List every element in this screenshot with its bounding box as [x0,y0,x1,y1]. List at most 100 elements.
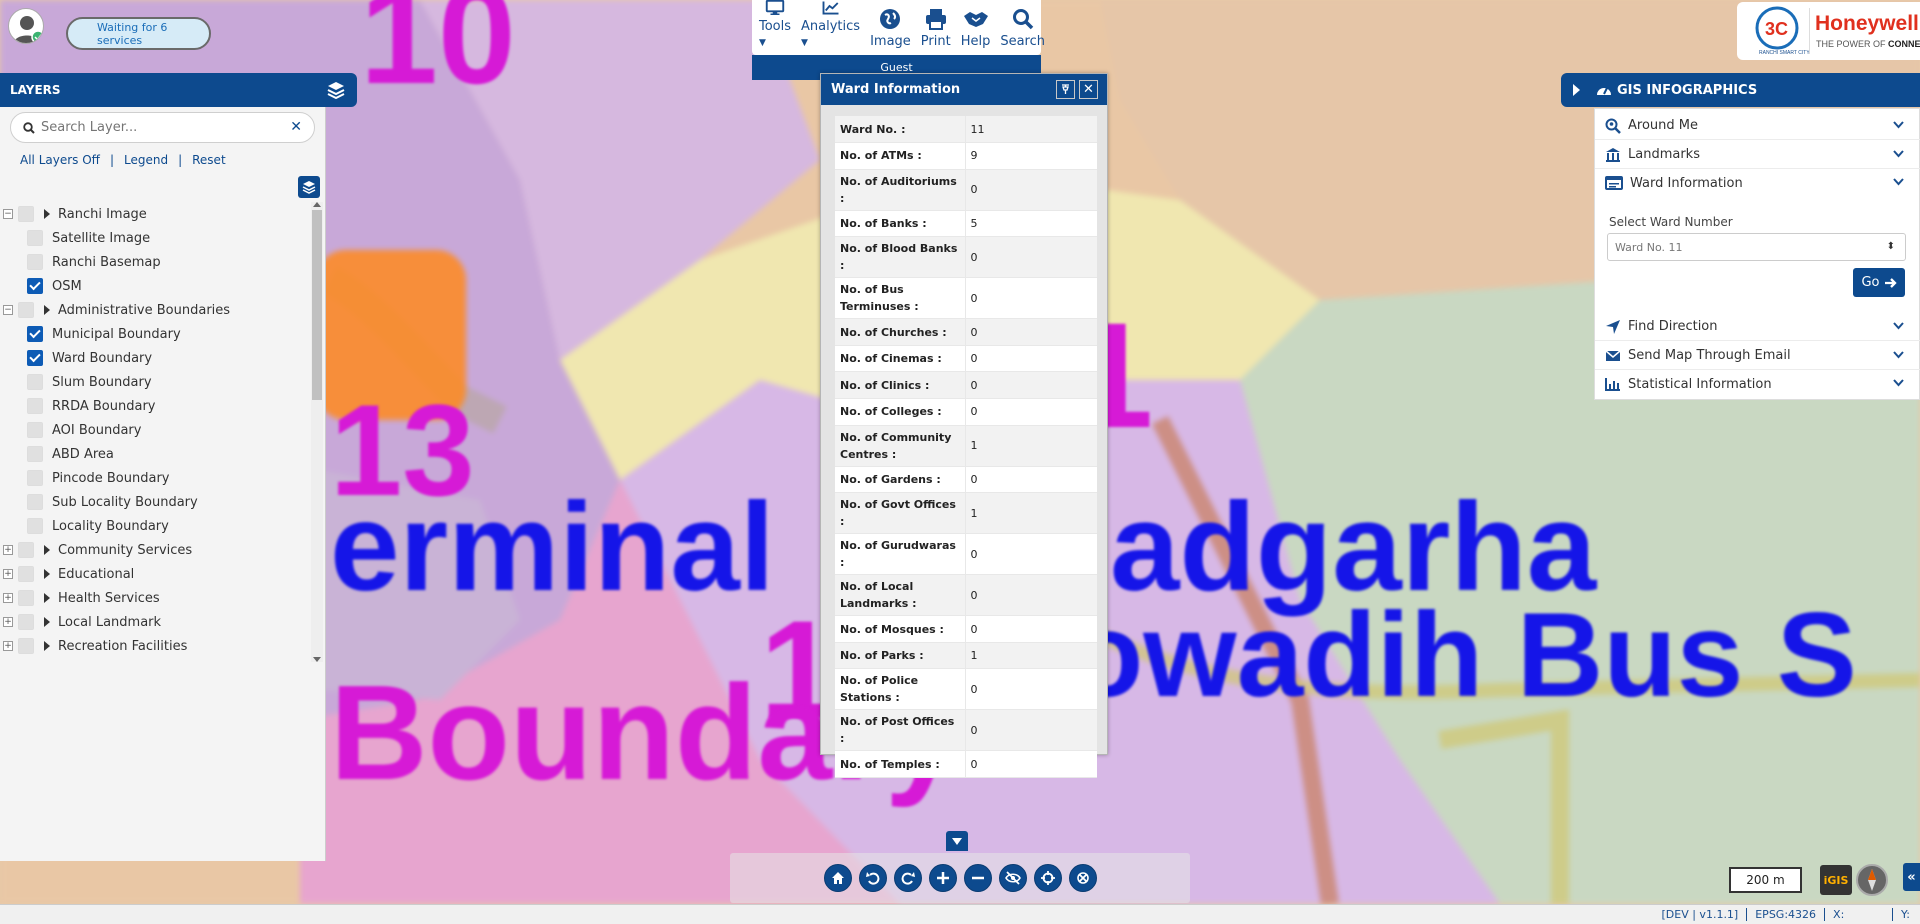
layer-group-row[interactable]: + Local Landmark [0,610,161,634]
scroll-thumb[interactable] [312,210,322,400]
layer-group-checkbox[interactable] [18,614,34,630]
accordion-statistical-information[interactable]: Statistical Information [1595,370,1920,398]
all-layers-off-link[interactable]: All Layers Off [20,153,100,167]
layer-checkbox[interactable] [27,470,43,486]
accordion-find-direction[interactable]: Find Direction [1595,313,1920,341]
layer-row[interactable]: Pincode Boundary [0,466,170,490]
svg-text:Honeywell: Honeywell [1815,12,1919,35]
expand-icon[interactable]: + [3,569,13,579]
layer-row[interactable]: Locality Boundary [0,514,169,538]
layer-search-input[interactable] [41,120,281,135]
layer-checkbox[interactable] [27,446,43,462]
user-avatar[interactable] [8,8,44,44]
accordion-ward-information[interactable]: Ward Information [1595,169,1920,197]
layer-checkbox[interactable] [27,398,43,414]
home-button[interactable] [823,864,852,892]
layers-stack-icon[interactable] [327,81,345,99]
layer-row[interactable]: Slum Boundary [0,370,152,394]
layer-row[interactable]: ABD Area [0,442,114,466]
layer-group-checkbox[interactable] [18,542,34,558]
layer-label: Slum Boundary [52,374,152,390]
pin-icon[interactable] [1056,80,1075,99]
help-button[interactable]: Help [956,0,996,53]
layer-tree-tool-button[interactable] [298,176,320,198]
layer-group-row[interactable]: + Educational [0,562,134,586]
layer-group-checkbox[interactable] [18,638,34,654]
expand-icon[interactable]: + [3,641,13,651]
layer-row[interactable]: Municipal Boundary [0,322,181,346]
zoom-out-button[interactable] [963,864,992,892]
layer-checkbox[interactable] [27,254,43,270]
image-button[interactable]: Image [865,0,916,53]
expand-side-panel-button[interactable]: « [1903,863,1920,891]
popup-titlebar[interactable]: Ward Information ✕ [821,74,1107,105]
undo-button[interactable] [858,864,887,892]
locate-button[interactable] [1033,864,1062,892]
layer-checkbox[interactable] [27,350,43,366]
layer-group-row[interactable]: − Administrative Boundaries [0,298,230,322]
layer-checkbox[interactable] [27,494,43,510]
layer-group-checkbox[interactable] [18,206,34,222]
print-button[interactable]: Print [916,0,956,53]
layer-checkbox[interactable] [27,422,43,438]
dashboard-icon [1597,87,1611,95]
collapse-nav-button[interactable] [946,831,968,851]
layer-row[interactable]: Satellite Image [0,226,150,250]
clear-search-icon[interactable]: ✕ [290,119,302,135]
accordion-around-me[interactable]: Around Me [1595,112,1920,140]
ward-info-value: 0 [965,169,1097,211]
layer-checkbox[interactable] [27,326,43,342]
zoom-in-button[interactable] [928,864,957,892]
layer-row[interactable]: Sub Locality Boundary [0,490,198,514]
caret-right-icon[interactable] [44,305,50,315]
ward-info-key: No. of ATMs : [835,142,966,170]
expand-icon[interactable]: + [3,593,13,603]
close-icon[interactable]: ✕ [1079,80,1098,99]
caret-right-icon[interactable] [44,545,50,555]
expand-icon[interactable]: + [3,545,13,555]
layer-checkbox[interactable] [27,518,43,534]
layer-checkbox[interactable] [27,374,43,390]
legend-link[interactable]: Legend [124,153,168,167]
layer-row[interactable]: RRDA Boundary [0,394,155,418]
layer-row[interactable]: AOI Boundary [0,418,141,442]
layer-row[interactable]: OSM [0,274,82,298]
accordion-landmarks[interactable]: Landmarks [1595,141,1920,169]
layer-group-row[interactable]: + Recreation Facilities [0,634,187,658]
ward-number-select[interactable]: Ward No. 11 ⬍ [1607,233,1906,261]
caret-right-icon[interactable] [44,209,50,219]
layer-checkbox[interactable] [27,230,43,246]
collapse-icon[interactable]: − [3,209,13,219]
expand-icon[interactable]: + [3,617,13,627]
scroll-down-arrow-icon[interactable] [313,657,321,662]
layer-row[interactable]: Ranchi Basemap [0,250,161,274]
clear-map-button[interactable] [1068,864,1097,892]
layer-checkbox[interactable] [27,278,43,294]
reset-link[interactable]: Reset [192,153,226,167]
go-button[interactable]: Go [1853,268,1905,297]
compass-icon[interactable] [1856,864,1888,896]
gis-infographics-header[interactable]: GIS INFOGRAPHICS [1561,73,1920,107]
layer-row[interactable]: Ward Boundary [0,346,152,370]
collapse-icon[interactable]: − [3,305,13,315]
services-status-pill: Waiting for 6 services [66,17,211,50]
redo-button[interactable] [893,864,922,892]
layer-group-row[interactable]: + Health Services [0,586,160,610]
layer-group-checkbox[interactable] [18,302,34,318]
hide-layers-button[interactable] [998,864,1027,892]
scroll-up-arrow-icon[interactable] [313,202,321,207]
layer-group-row[interactable]: − Ranchi Image [0,202,147,226]
ward-info-value: 0 [965,668,1097,711]
caret-right-icon[interactable] [44,569,50,579]
layer-tree-scrollbar[interactable] [311,202,323,662]
caret-right-icon[interactable] [44,617,50,627]
layer-group-checkbox[interactable] [18,566,34,582]
layer-group-checkbox[interactable] [18,590,34,606]
tools-menu[interactable]: Tools ▼ [754,0,796,53]
caret-right-icon[interactable] [44,593,50,603]
accordion-send-map-email[interactable]: Send Map Through Email [1595,342,1920,370]
layer-group-row[interactable]: + Community Services [0,538,192,562]
caret-right-icon[interactable] [44,641,50,651]
search-button[interactable]: Search [995,0,1050,53]
analytics-menu[interactable]: Analytics ▼ [796,0,865,53]
